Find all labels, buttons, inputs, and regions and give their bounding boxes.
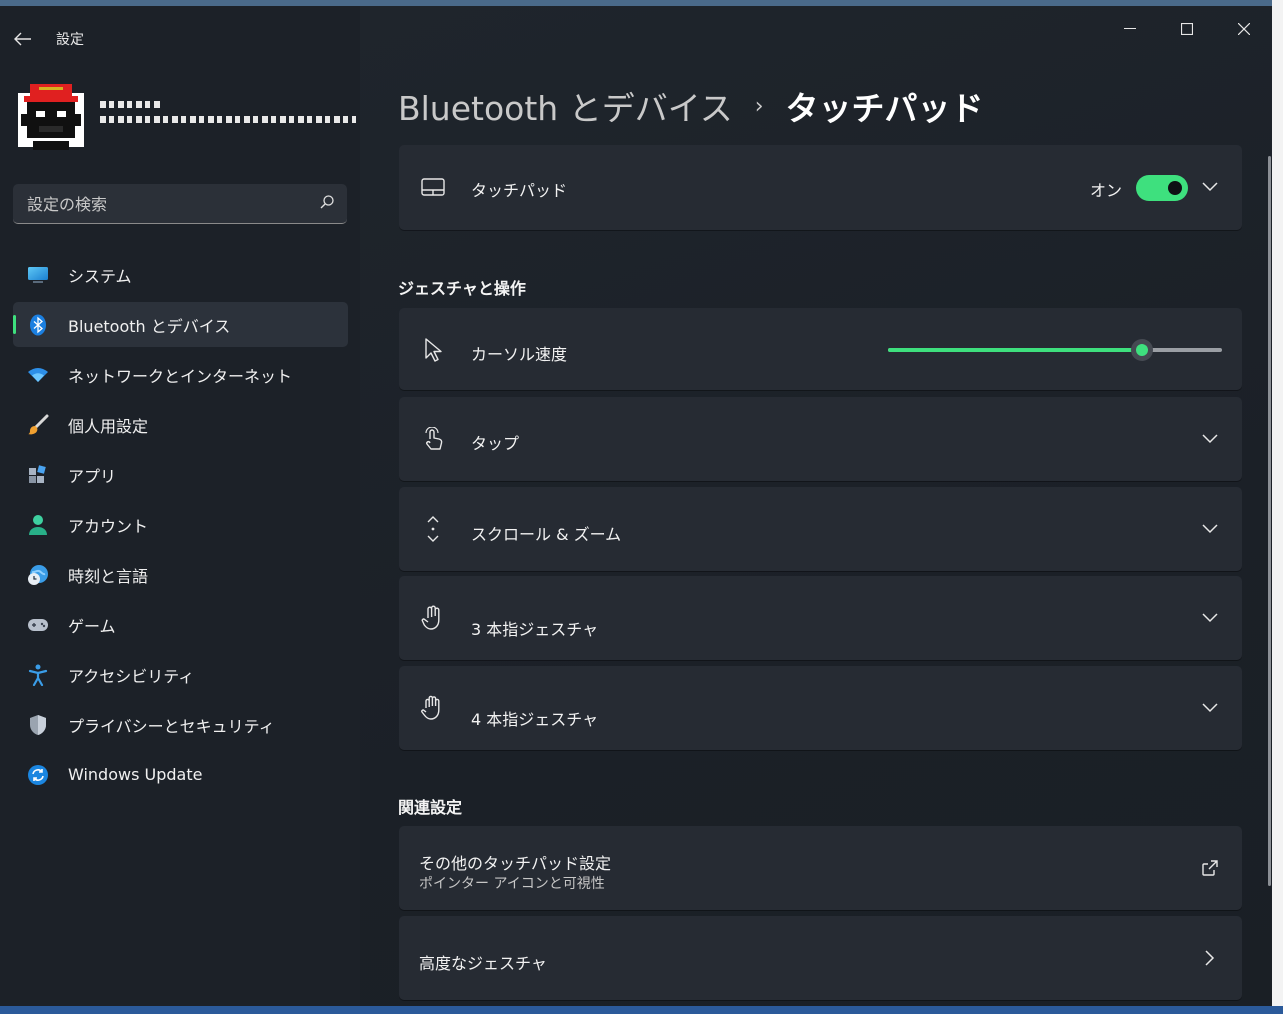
sidebar-item-label: 個人用設定 bbox=[68, 416, 149, 436]
scroll-zoom-card[interactable]: スクロール & ズーム bbox=[399, 487, 1242, 571]
search-input[interactable] bbox=[13, 184, 319, 224]
three-finger-label: 3 本指ジェスチャ bbox=[471, 620, 599, 639]
sidebar-item-apps[interactable]: アプリ bbox=[13, 452, 348, 497]
gamepad-icon bbox=[26, 613, 50, 637]
four-finger-hand-icon bbox=[419, 694, 447, 722]
close-icon bbox=[1238, 23, 1250, 35]
app-title: 設定 bbox=[56, 32, 84, 48]
tap-label: タップ bbox=[471, 434, 520, 453]
cursor-speed-slider[interactable] bbox=[888, 339, 1222, 361]
sidebar-nav: システム Bluetooth とデバイス ネットワークとインターネット 個人用設… bbox=[13, 252, 348, 802]
sidebar-item-label: プライバシーとセキュリティ bbox=[68, 716, 275, 736]
sidebar-item-label: アプリ bbox=[68, 466, 117, 486]
sidebar-item-label: Bluetooth とデバイス bbox=[68, 316, 231, 336]
chevron-right-icon[interactable] bbox=[1200, 948, 1220, 968]
external-link-icon[interactable] bbox=[1200, 858, 1220, 878]
chevron-down-icon[interactable] bbox=[1200, 698, 1220, 718]
back-arrow-icon bbox=[14, 32, 31, 46]
advanced-gestures-label: 高度なジェスチャ bbox=[419, 954, 547, 973]
minimize-icon bbox=[1124, 28, 1136, 29]
sidebar-item-label: ネットワークとインターネット bbox=[68, 366, 293, 386]
chevron-down-icon[interactable] bbox=[1200, 429, 1220, 449]
breadcrumb: Bluetooth とデバイス › タッチパッド bbox=[398, 82, 984, 130]
paintbrush-icon bbox=[26, 413, 50, 437]
settings-window: 設定 システム bbox=[0, 6, 1272, 1006]
advanced-gestures-card[interactable]: 高度なジェスチャ bbox=[399, 916, 1242, 1000]
user-name-redacted bbox=[100, 101, 162, 108]
section-title-gestures: ジェスチャと操作 bbox=[398, 279, 526, 298]
sidebar-item-label: 時刻と言語 bbox=[68, 566, 149, 586]
toggle-knob bbox=[1168, 181, 1182, 195]
search-icon[interactable] bbox=[319, 194, 335, 210]
sidebar-item-network[interactable]: ネットワークとインターネット bbox=[13, 352, 348, 397]
wifi-icon bbox=[26, 363, 50, 387]
user-info-redacted bbox=[100, 101, 356, 131]
sidebar-item-accessibility[interactable]: アクセシビリティ bbox=[13, 652, 348, 697]
apps-icon bbox=[26, 463, 50, 487]
sidebar-item-bluetooth-devices[interactable]: Bluetooth とデバイス bbox=[13, 302, 348, 347]
bluetooth-icon bbox=[26, 313, 50, 337]
sidebar-item-accounts[interactable]: アカウント bbox=[13, 502, 348, 547]
touchpad-card[interactable]: タッチパッド オン bbox=[399, 145, 1242, 230]
toggle-state-label: オン bbox=[1089, 181, 1122, 200]
more-touchpad-sublabel: ポインター アイコンと可視性 bbox=[419, 876, 605, 892]
globe-clock-icon bbox=[26, 563, 50, 587]
user-avatar[interactable] bbox=[12, 78, 90, 156]
sidebar-item-label: アカウント bbox=[68, 516, 149, 536]
content-scrollbar[interactable] bbox=[1268, 156, 1271, 886]
three-finger-hand-icon bbox=[419, 604, 447, 632]
user-email-redacted bbox=[100, 116, 356, 123]
sidebar-item-label: アクセシビリティ bbox=[68, 666, 195, 686]
slider-fill bbox=[888, 348, 1142, 352]
minimize-button[interactable] bbox=[1107, 14, 1153, 44]
sync-icon bbox=[26, 763, 50, 787]
touchpad-label: タッチパッド bbox=[471, 181, 568, 200]
touchpad-toggle[interactable] bbox=[1136, 175, 1188, 201]
sidebar-item-privacy-security[interactable]: プライバシーとセキュリティ bbox=[13, 702, 348, 747]
touchpad-icon bbox=[419, 173, 447, 201]
background-window-edge bbox=[1272, 0, 1283, 1014]
close-button[interactable] bbox=[1221, 14, 1267, 44]
breadcrumb-parent[interactable]: Bluetooth とデバイス bbox=[398, 82, 733, 130]
sidebar-item-windows-update[interactable]: Windows Update bbox=[13, 752, 348, 797]
sidebar-item-label: ゲーム bbox=[68, 616, 116, 636]
sidebar-item-label: Windows Update bbox=[68, 765, 203, 784]
back-button[interactable] bbox=[8, 24, 38, 54]
chevron-down-icon[interactable] bbox=[1200, 608, 1220, 628]
monitor-icon bbox=[26, 263, 50, 287]
scroll-arrows-icon bbox=[419, 515, 447, 543]
slider-thumb[interactable] bbox=[1130, 339, 1153, 361]
sidebar-item-personalization[interactable]: 個人用設定 bbox=[13, 402, 348, 447]
shield-icon bbox=[26, 713, 50, 737]
page-title: タッチパッド bbox=[785, 89, 984, 128]
scroll-zoom-label: スクロール & ズーム bbox=[471, 525, 622, 544]
person-icon bbox=[26, 513, 50, 537]
cursor-pointer-icon bbox=[419, 336, 447, 364]
accessibility-icon bbox=[26, 663, 50, 687]
tap-hand-icon bbox=[419, 425, 447, 453]
sidebar-item-system[interactable]: システム bbox=[13, 252, 348, 297]
cursor-speed-card: カーソル速度 bbox=[399, 308, 1242, 390]
four-finger-label: 4 本指ジェスチャ bbox=[471, 710, 599, 729]
chevron-down-icon[interactable] bbox=[1200, 519, 1220, 539]
breadcrumb-separator: › bbox=[754, 93, 764, 119]
maximize-button[interactable] bbox=[1164, 14, 1210, 44]
sidebar-item-label: システム bbox=[68, 266, 132, 286]
more-touchpad-settings-card[interactable]: その他のタッチパッド設定 ポインター アイコンと可視性 bbox=[399, 826, 1242, 910]
chevron-down-icon[interactable] bbox=[1200, 177, 1220, 197]
settings-search-box[interactable] bbox=[13, 184, 347, 224]
sidebar-item-gaming[interactable]: ゲーム bbox=[13, 602, 348, 647]
section-title-related: 関連設定 bbox=[398, 798, 463, 817]
tap-card[interactable]: タップ bbox=[399, 397, 1242, 481]
four-finger-gestures-card[interactable]: 4 本指ジェスチャ bbox=[399, 666, 1242, 750]
three-finger-gestures-card[interactable]: 3 本指ジェスチャ bbox=[399, 576, 1242, 660]
taskbar-edge bbox=[0, 1006, 1283, 1014]
sidebar-item-time-language[interactable]: 時刻と言語 bbox=[13, 552, 348, 597]
maximize-icon bbox=[1181, 23, 1193, 35]
more-touchpad-label: その他のタッチパッド設定 bbox=[419, 854, 612, 873]
pixel-avatar-icon bbox=[18, 84, 84, 150]
cursor-speed-label: カーソル速度 bbox=[471, 345, 568, 364]
